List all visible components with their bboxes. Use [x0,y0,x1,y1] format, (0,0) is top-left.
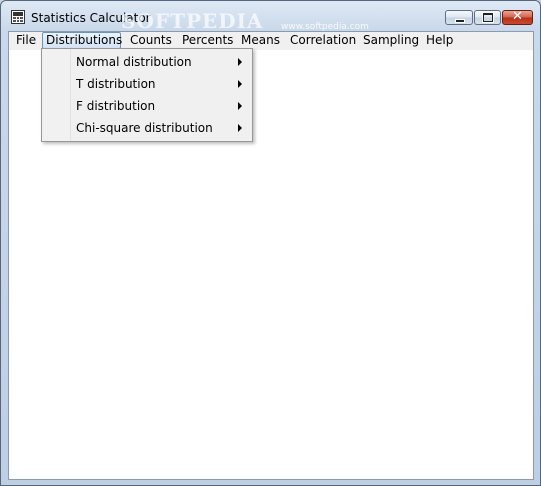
submenu-arrow-icon [238,80,242,88]
menu-percents[interactable]: Percents [178,32,237,49]
menu-help[interactable]: Help [422,32,457,49]
minimize-icon [455,19,465,23]
app-window: Statistics Calculator SOFTPEDIA www.soft… [0,0,541,486]
menu-item-chi-square-distribution[interactable]: Chi-square distribution [44,117,250,139]
close-button[interactable]: ✕ [502,9,533,25]
menu-item-label: T distribution [76,77,156,91]
submenu-arrow-icon [238,124,242,132]
submenu-arrow-icon [238,58,242,66]
calculator-icon[interactable] [11,10,25,24]
title-bar[interactable]: Statistics Calculator SOFTPEDIA www.soft… [1,1,540,33]
menu-item-t-distribution[interactable]: T distribution [44,73,250,95]
menu-counts[interactable]: Counts [126,32,176,49]
menu-distributions[interactable]: Distributions [42,32,122,49]
distributions-dropdown: Normal distribution T distribution F dis… [41,48,253,142]
submenu-arrow-icon [238,102,242,110]
menu-item-label: Chi-square distribution [76,121,213,135]
menu-item-label: Normal distribution [76,55,192,69]
menu-file[interactable]: File [12,32,40,49]
menu-correlation[interactable]: Correlation [286,32,360,49]
menu-sampling[interactable]: Sampling [359,32,423,49]
close-icon: ✕ [512,9,523,24]
menu-means[interactable]: Means [237,32,284,49]
watermark-text: SOFTPEDIA [121,9,264,33]
maximize-button[interactable] [474,10,501,25]
minimize-button[interactable] [445,10,473,25]
menu-item-f-distribution[interactable]: F distribution [44,95,250,117]
menu-item-normal-distribution[interactable]: Normal distribution [44,51,250,73]
menu-item-label: F distribution [76,99,156,113]
watermark-logo: SOFTPEDIA www.softpedia.com [121,9,369,33]
maximize-icon [483,13,493,22]
